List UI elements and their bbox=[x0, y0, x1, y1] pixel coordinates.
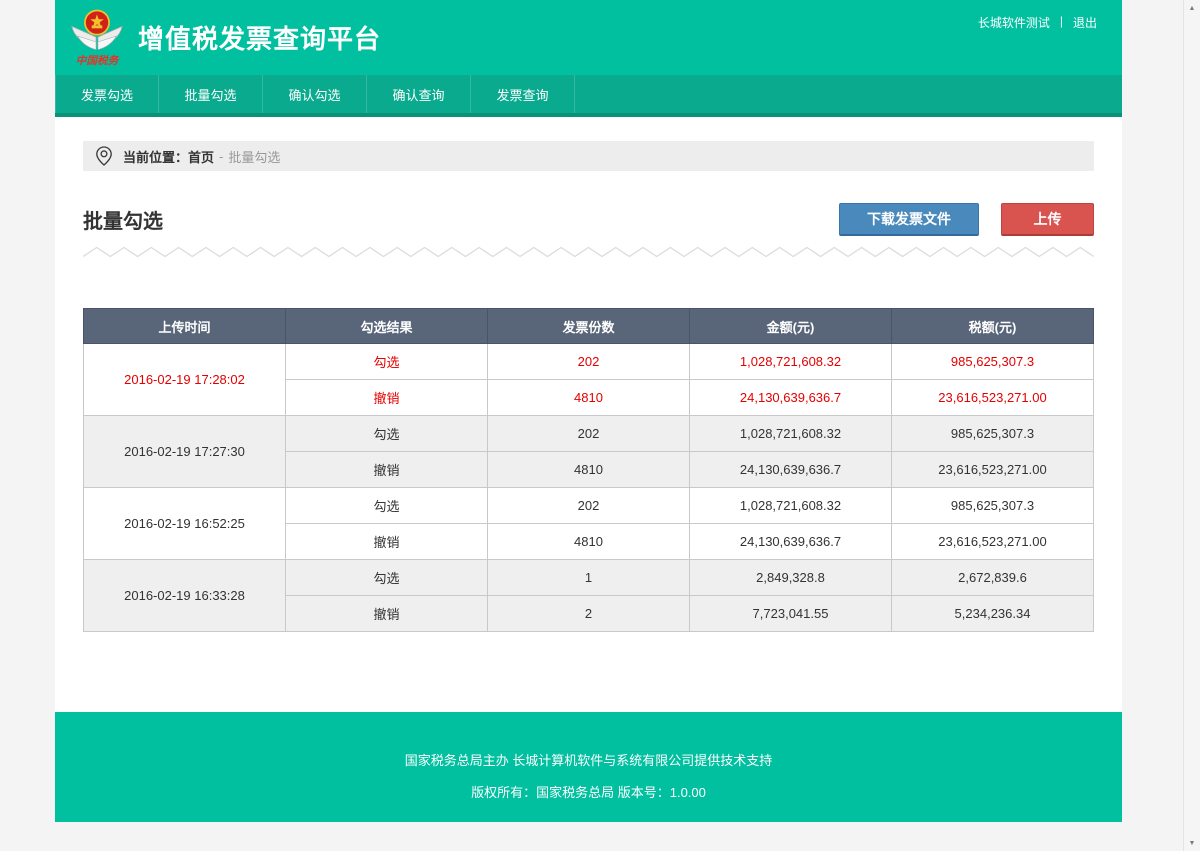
page-container: 中国税务 增值税发票查询平台 长城软件测试 | 退出 发票勾选 批量勾选 确认勾… bbox=[55, 0, 1122, 822]
tax-cell: 5,234,236.34 bbox=[892, 596, 1094, 632]
upload-button[interactable]: 上传 bbox=[1001, 203, 1094, 236]
title-row: 批量勾选 下载发票文件 上传 bbox=[83, 203, 1094, 236]
breadcrumb: 当前位置：首页 - 批量勾选 bbox=[83, 141, 1094, 171]
tax-cell: 985,625,307.3 bbox=[892, 344, 1094, 380]
check-result-cell: 撤销 bbox=[286, 380, 488, 416]
col-header-upload-time: 上传时间 bbox=[84, 309, 286, 344]
breadcrumb-separator: - bbox=[219, 149, 223, 164]
table-row[interactable]: 2016-02-19 16:33:28 勾选 1 2,849,328.8 2,6… bbox=[84, 560, 1094, 596]
check-result-cell: 勾选 bbox=[286, 560, 488, 596]
check-result-cell: 勾选 bbox=[286, 488, 488, 524]
tax-cell: 985,625,307.3 bbox=[892, 416, 1094, 452]
table-group-3: 2016-02-19 16:52:25 勾选 202 1,028,721,608… bbox=[84, 488, 1094, 560]
nav-item-invoice-check[interactable]: 发票勾选 bbox=[55, 75, 159, 113]
table-row[interactable]: 2016-02-19 16:52:25 勾选 202 1,028,721,608… bbox=[84, 488, 1094, 524]
footer-line-1: 国家税务总局主办 长城计算机软件与系统有限公司提供技术支持 bbox=[55, 750, 1122, 769]
invoice-count-cell: 4810 bbox=[488, 452, 690, 488]
nav-item-invoice-query[interactable]: 发票查询 bbox=[471, 75, 575, 113]
invoice-count-cell: 202 bbox=[488, 416, 690, 452]
site-title: 增值税发票查询平台 bbox=[138, 19, 381, 56]
tax-cell: 23,616,523,271.00 bbox=[892, 380, 1094, 416]
check-result-cell: 勾选 bbox=[286, 416, 488, 452]
tax-cell: 2,672,839.6 bbox=[892, 560, 1094, 596]
table-group-1: 2016-02-19 17:28:02 勾选 202 1,028,721,608… bbox=[84, 344, 1094, 416]
check-result-cell: 撤销 bbox=[286, 524, 488, 560]
batch-check-table: 上传时间 勾选结果 发票份数 金额(元) 税额(元) 2016-02-19 17… bbox=[83, 308, 1094, 632]
table-group-4: 2016-02-19 16:33:28 勾选 1 2,849,328.8 2,6… bbox=[84, 560, 1094, 632]
nav-item-confirm-check[interactable]: 确认勾选 bbox=[263, 75, 367, 113]
invoice-count-cell: 202 bbox=[488, 344, 690, 380]
location-pin-icon bbox=[95, 145, 113, 167]
scroll-up-arrow-icon[interactable]: ▲ bbox=[1184, 0, 1200, 16]
upload-time-cell: 2016-02-19 17:28:02 bbox=[84, 344, 286, 416]
main-nav: 发票勾选 批量勾选 确认勾选 确认查询 发票查询 bbox=[55, 75, 1122, 117]
invoice-count-cell: 4810 bbox=[488, 524, 690, 560]
col-header-amount: 金额(元) bbox=[690, 309, 892, 344]
content-area: 当前位置：首页 - 批量勾选 批量勾选 下载发票文件 上传 上传时间 勾选结果 … bbox=[55, 117, 1122, 712]
page-title: 批量勾选 bbox=[83, 205, 163, 234]
svg-text:中国税务: 中国税务 bbox=[76, 54, 120, 67]
breadcrumb-label: 当前位置：首页 bbox=[123, 147, 214, 166]
check-result-cell: 勾选 bbox=[286, 344, 488, 380]
tax-cell: 23,616,523,271.00 bbox=[892, 524, 1094, 560]
nav-item-confirm-query[interactable]: 确认查询 bbox=[367, 75, 471, 113]
amount-cell: 1,028,721,608.32 bbox=[690, 488, 892, 524]
table-row[interactable]: 2016-02-19 17:27:30 勾选 202 1,028,721,608… bbox=[84, 416, 1094, 452]
col-header-check-result: 勾选结果 bbox=[286, 309, 488, 344]
invoice-count-cell: 2 bbox=[488, 596, 690, 632]
amount-cell: 24,130,639,636.7 bbox=[690, 380, 892, 416]
amount-cell: 24,130,639,636.7 bbox=[690, 452, 892, 488]
tax-cell: 985,625,307.3 bbox=[892, 488, 1094, 524]
check-result-cell: 撤销 bbox=[286, 452, 488, 488]
header-links: 长城软件测试 | 退出 bbox=[978, 14, 1097, 61]
amount-cell: 7,723,041.55 bbox=[690, 596, 892, 632]
check-result-cell: 撤销 bbox=[286, 596, 488, 632]
site-footer: 国家税务总局主办 长城计算机软件与系统有限公司提供技术支持 版权所有：国家税务总… bbox=[55, 712, 1122, 822]
invoice-count-cell: 1 bbox=[488, 560, 690, 596]
table-row[interactable]: 2016-02-19 17:28:02 勾选 202 1,028,721,608… bbox=[84, 344, 1094, 380]
amount-cell: 1,028,721,608.32 bbox=[690, 344, 892, 380]
breadcrumb-current: 批量勾选 bbox=[228, 147, 280, 166]
upload-time-cell: 2016-02-19 16:33:28 bbox=[84, 560, 286, 632]
table-header-row: 上传时间 勾选结果 发票份数 金额(元) 税额(元) bbox=[84, 309, 1094, 344]
scroll-down-arrow-icon[interactable]: ▼ bbox=[1184, 835, 1200, 851]
user-account-link[interactable]: 长城软件测试 bbox=[978, 14, 1050, 31]
upload-time-cell: 2016-02-19 17:27:30 bbox=[84, 416, 286, 488]
vertical-scrollbar[interactable]: ▲ ▼ bbox=[1183, 0, 1200, 851]
download-invoice-file-button[interactable]: 下载发票文件 bbox=[839, 203, 979, 236]
invoice-count-cell: 4810 bbox=[488, 380, 690, 416]
amount-cell: 24,130,639,636.7 bbox=[690, 524, 892, 560]
tax-cell: 23,616,523,271.00 bbox=[892, 452, 1094, 488]
nav-item-batch-check[interactable]: 批量勾选 bbox=[159, 75, 263, 113]
zigzag-divider bbox=[83, 246, 1094, 258]
invoice-count-cell: 202 bbox=[488, 488, 690, 524]
logout-link[interactable]: 退出 bbox=[1073, 14, 1097, 31]
site-header: 中国税务 增值税发票查询平台 长城软件测试 | 退出 bbox=[55, 0, 1122, 75]
col-header-tax: 税额(元) bbox=[892, 309, 1094, 344]
header-link-divider: | bbox=[1060, 14, 1063, 28]
col-header-invoice-count: 发票份数 bbox=[488, 309, 690, 344]
amount-cell: 1,028,721,608.32 bbox=[690, 416, 892, 452]
amount-cell: 2,849,328.8 bbox=[690, 560, 892, 596]
china-tax-logo-icon: 中国税务 bbox=[68, 7, 126, 69]
upload-time-cell: 2016-02-19 16:52:25 bbox=[84, 488, 286, 560]
footer-line-2: 版权所有：国家税务总局 版本号：1.0.00 bbox=[55, 782, 1122, 801]
table-group-2: 2016-02-19 17:27:30 勾选 202 1,028,721,608… bbox=[84, 416, 1094, 488]
